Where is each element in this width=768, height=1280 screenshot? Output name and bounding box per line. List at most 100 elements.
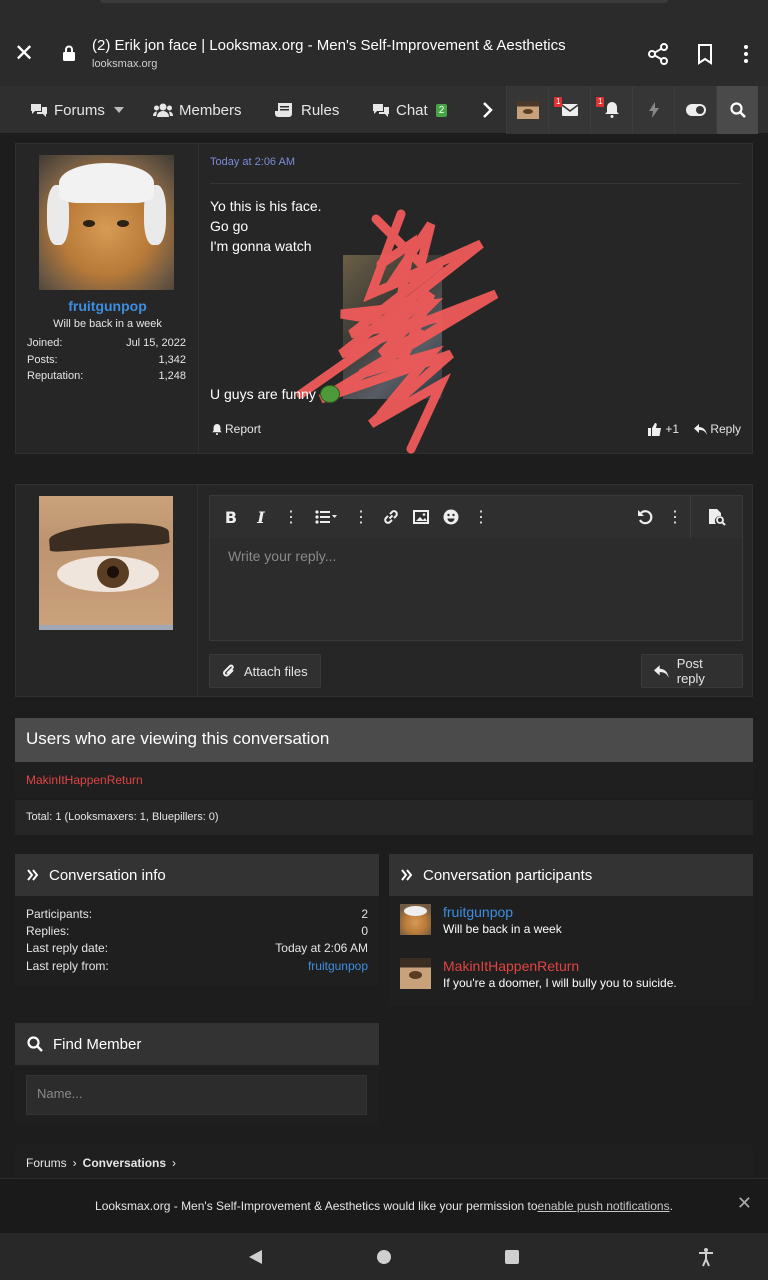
info-row: Replies: 0 — [26, 924, 368, 938]
more-options-icon[interactable]: ⋮ — [346, 496, 376, 538]
more-options-icon[interactable]: ⋮ — [276, 496, 306, 538]
participant-title: If you're a doomer, I will bully you to … — [443, 976, 677, 990]
nav-forums[interactable]: Forums — [30, 86, 105, 134]
participant-avatar[interactable] — [400, 904, 431, 935]
bookmark-icon[interactable] — [693, 42, 717, 66]
nav-members[interactable]: Members — [153, 86, 242, 134]
browser-toolbar: ✕ (2) Erik jon face | Looksmax.org - Men… — [0, 0, 768, 86]
report-link[interactable]: Report — [212, 422, 261, 436]
search-button[interactable] — [716, 86, 758, 134]
caret-down-icon[interactable] — [114, 107, 124, 113]
viewers-heading: Users who are viewing this conversation — [15, 718, 753, 762]
push-notification-notice: Looksmax.org - Men's Self-Improvement & … — [0, 1178, 768, 1233]
post-reply-button[interactable]: Post reply — [641, 654, 743, 688]
preview-icon[interactable] — [690, 496, 742, 538]
attach-files-button[interactable]: Attach files — [209, 654, 321, 688]
last-reply-user-link[interactable]: fruitgunpop — [308, 959, 368, 973]
scroll-icon — [275, 103, 292, 117]
reply-link[interactable]: Reply — [694, 422, 741, 436]
info-row: Last reply from: fruitgunpop — [26, 959, 368, 973]
nav-rules[interactable]: Rules — [275, 86, 339, 134]
stat-reputation: Reputation: 1,248 — [27, 370, 186, 382]
conversation-info-heading: Conversation info — [15, 854, 379, 896]
nav-rules-label: Rules — [301, 101, 340, 119]
like-button[interactable]: +1 — [648, 422, 679, 436]
message-timestamp[interactable]: Today at 2:06 AM — [210, 156, 295, 168]
undo-icon[interactable] — [630, 496, 660, 538]
site-navigation: Forums Members Rules Chat 2 1 1 — [0, 86, 768, 134]
message-user-panel: fruitgunpop Will be back in a week Joine… — [16, 144, 199, 453]
find-member-heading: Find Member — [15, 1023, 379, 1065]
inbox-badge: 1 — [554, 97, 563, 107]
chevron-right-icon[interactable] — [482, 102, 494, 118]
current-user-avatar[interactable] — [39, 496, 173, 630]
paperclip-icon — [223, 664, 234, 677]
nav-forums-label: Forums — [54, 101, 105, 119]
chevron-right-icon: › — [72, 1155, 77, 1170]
participant-name[interactable]: MakinItHappenReturn — [443, 958, 677, 974]
breadcrumb-conversations[interactable]: Conversations — [83, 1156, 166, 1170]
back-icon[interactable] — [246, 1247, 266, 1267]
search-icon — [729, 102, 746, 118]
accessibility-icon[interactable] — [696, 1247, 716, 1267]
close-icon[interactable]: ✕ — [737, 1193, 752, 1214]
recents-icon[interactable] — [502, 1247, 522, 1267]
inbox-button[interactable]: 1 — [548, 86, 590, 134]
thumbs-up-icon — [648, 422, 662, 436]
viewer-link[interactable]: MakinItHappenReturn — [26, 773, 143, 787]
chat-icon — [373, 104, 389, 117]
camera-notch — [100, 0, 668, 3]
enable-push-link[interactable]: enable push notifications — [538, 1199, 670, 1213]
users-icon — [153, 103, 173, 117]
page-title: (2) Erik jon face | Looksmax.org - Men's… — [92, 37, 566, 54]
smiley-icon[interactable] — [436, 496, 466, 538]
participant-item: MakinItHappenReturn If you're a doomer, … — [400, 958, 677, 990]
alerts-button[interactable]: 1 — [590, 86, 632, 134]
close-tab-icon[interactable]: ✕ — [12, 42, 36, 66]
more-vertical-icon[interactable] — [734, 42, 758, 66]
image-icon[interactable] — [406, 496, 436, 538]
comments-icon — [31, 104, 47, 117]
user-title: Will be back in a week — [53, 318, 162, 330]
nav-chat[interactable]: Chat 2 — [372, 86, 448, 134]
user-avatar[interactable] — [39, 155, 174, 290]
account-avatar-button[interactable] — [506, 86, 548, 134]
more-options-icon[interactable]: ⋮ — [660, 496, 690, 538]
style-toggle-button[interactable] — [674, 86, 716, 134]
message-username[interactable]: fruitgunpop — [16, 298, 199, 314]
double-chevron-right-icon — [401, 869, 413, 881]
pepe-emoji-icon — [319, 385, 340, 403]
link-icon[interactable] — [376, 496, 406, 538]
list-icon[interactable] — [306, 496, 346, 538]
home-icon[interactable] — [374, 1247, 394, 1267]
whats-new-button[interactable] — [632, 86, 674, 134]
share-icon[interactable] — [646, 42, 670, 66]
lock-icon — [63, 45, 75, 61]
conversation-message: fruitgunpop Will be back in a week Joine… — [15, 143, 753, 454]
reply-icon — [694, 423, 708, 435]
envelope-icon — [561, 104, 578, 116]
find-member-input[interactable]: Name... — [26, 1075, 367, 1115]
chat-count-badge: 2 — [435, 103, 448, 117]
bell-icon — [212, 423, 222, 435]
breadcrumb-forums[interactable]: Forums — [26, 1156, 67, 1170]
participants-heading: Conversation participants — [389, 854, 753, 896]
info-row: Last reply date: Today at 2:06 AM — [26, 941, 368, 955]
bolt-icon — [648, 102, 659, 118]
viewers-total: Total: 1 (Looksmaxers: 1, Bluepillers: 0… — [15, 800, 753, 835]
message-divider — [210, 183, 741, 184]
stat-joined: Joined: Jul 15, 2022 — [27, 337, 186, 349]
page-url[interactable]: looksmax.org — [92, 58, 157, 70]
more-options-icon[interactable]: ⋮ — [466, 496, 496, 538]
participant-name[interactable]: fruitgunpop — [443, 904, 562, 920]
reply-user-panel — [16, 485, 198, 696]
breadcrumb: Forums › Conversations › — [15, 1145, 753, 1180]
account-avatar — [516, 101, 539, 119]
reply-textarea[interactable]: Write your reply... — [210, 538, 742, 640]
participants-body: fruitgunpop Will be back in a week Makin… — [389, 896, 753, 1006]
italic-icon[interactable]: I — [246, 496, 276, 538]
stat-posts: Posts: 1,342 — [27, 354, 186, 366]
android-navigation-bar — [0, 1233, 768, 1280]
bold-icon[interactable]: B — [216, 496, 246, 538]
participant-avatar[interactable] — [400, 958, 431, 989]
